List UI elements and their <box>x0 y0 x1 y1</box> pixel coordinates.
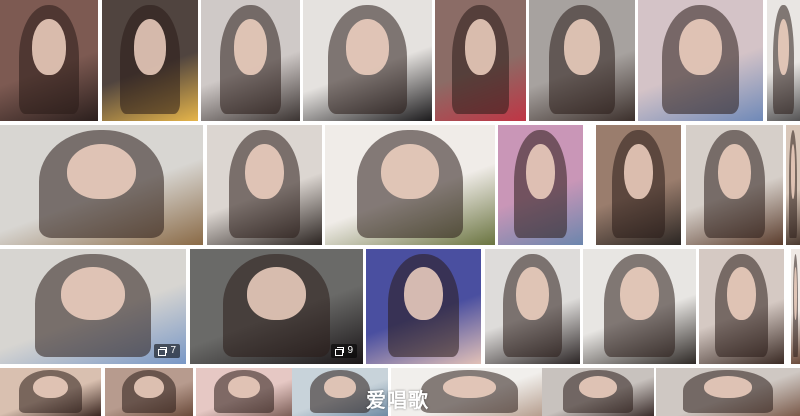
image-tile[interactable] <box>638 0 763 121</box>
subject-face <box>233 19 268 76</box>
subject-face <box>134 375 164 398</box>
image-count: 7 <box>170 345 176 356</box>
image-stack-icon <box>158 347 168 356</box>
image-tile[interactable] <box>303 0 432 121</box>
subject-face <box>624 144 653 200</box>
image-count: 9 <box>347 345 353 356</box>
image-grid: 79 <box>0 0 800 416</box>
image-count-badge: 9 <box>331 344 357 358</box>
subject-face <box>563 19 600 76</box>
subject-face <box>227 375 261 398</box>
subject-face <box>381 144 439 200</box>
subject-face <box>247 267 306 321</box>
image-tile[interactable] <box>325 125 495 245</box>
subject-face <box>465 19 496 76</box>
image-tile[interactable] <box>0 368 101 416</box>
image-tile[interactable] <box>485 249 580 364</box>
image-tile[interactable] <box>686 125 783 245</box>
image-tile[interactable] <box>791 249 800 364</box>
subject-face <box>703 375 753 398</box>
subject-face <box>403 267 444 321</box>
image-tile[interactable] <box>207 125 322 245</box>
subject-face <box>793 267 798 321</box>
image-tile[interactable] <box>0 0 98 121</box>
subject-face <box>718 144 751 200</box>
subject-face <box>679 19 722 76</box>
subject-face <box>32 19 66 76</box>
subject-face <box>133 19 167 76</box>
image-tile[interactable]: 7 <box>0 249 186 364</box>
image-tile[interactable] <box>596 125 681 245</box>
subject-face <box>66 144 136 200</box>
image-tile[interactable] <box>583 249 696 364</box>
image-tile[interactable] <box>105 368 193 416</box>
image-tile[interactable] <box>0 125 203 245</box>
image-tile[interactable] <box>542 368 654 416</box>
image-tile[interactable] <box>529 0 635 121</box>
image-tile[interactable] <box>699 249 784 364</box>
image-count-badge: 7 <box>154 344 180 358</box>
subject-face <box>442 375 497 398</box>
image-tile[interactable] <box>498 125 583 245</box>
image-tile[interactable] <box>656 368 800 416</box>
image-tile[interactable] <box>435 0 526 121</box>
subject-face <box>578 375 618 398</box>
subject-face <box>777 19 790 76</box>
image-stack-icon <box>335 347 345 356</box>
subject-face <box>323 375 357 398</box>
image-tile[interactable] <box>366 249 481 364</box>
subject-face <box>516 267 549 321</box>
subject-face <box>620 267 659 321</box>
subject-face <box>61 267 125 321</box>
subject-face <box>244 144 285 200</box>
subject-face <box>345 19 390 76</box>
image-tile[interactable] <box>201 0 300 121</box>
subject-face <box>727 267 756 321</box>
image-tile[interactable] <box>196 368 292 416</box>
subject-face <box>33 375 68 398</box>
image-tile[interactable] <box>102 0 198 121</box>
subject-face <box>526 144 555 200</box>
image-tile[interactable]: 9 <box>190 249 363 364</box>
image-tile[interactable] <box>786 125 800 245</box>
watermark: 爱唱歌 <box>366 390 429 412</box>
image-tile[interactable] <box>767 0 800 121</box>
